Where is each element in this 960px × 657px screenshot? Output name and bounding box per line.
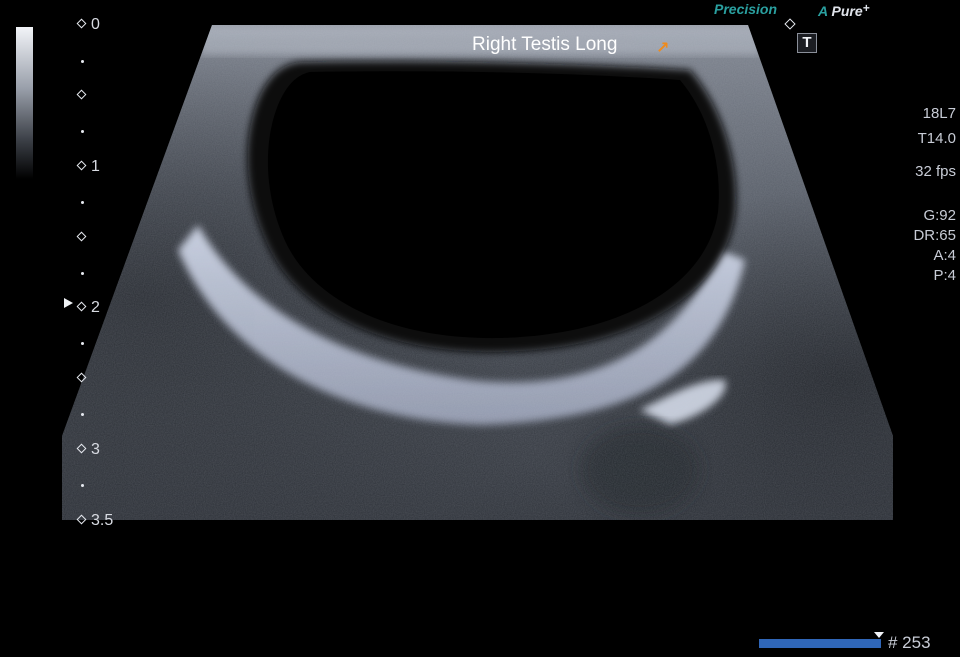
depth-marker-icon	[76, 18, 87, 29]
depth-marker-icon	[76, 160, 87, 171]
focus-marker-icon[interactable]	[64, 298, 73, 308]
brand-apure-pure: Pure	[831, 3, 863, 19]
depth-marker-icon	[76, 514, 87, 525]
transducer-label: 18L7	[922, 105, 956, 122]
depth-tick-3-5: 3.5	[76, 513, 113, 529]
depth-marker-icon	[76, 372, 87, 383]
depth-tick-1: 1	[76, 159, 100, 175]
depth-minor-dot	[81, 484, 84, 487]
brand-apure: A Pure+	[818, 1, 870, 19]
depth-scale: 0 1 2 3 3.5	[0, 0, 130, 540]
cine-position-marker-icon[interactable]	[874, 632, 884, 638]
thermal-index: T14.0	[917, 130, 956, 147]
depth-minor-dot	[81, 342, 84, 345]
depth-marker-icon	[76, 301, 87, 312]
frame-number: # 253	[888, 633, 931, 652]
brand-precision: Precision	[714, 1, 778, 17]
depth-tick-0: 0	[76, 17, 100, 33]
cine-progress-bar[interactable]	[759, 639, 881, 648]
depth-minor-dot	[81, 60, 84, 63]
depth-minor-dot	[81, 272, 84, 275]
p-value: P:4	[933, 267, 956, 284]
depth-tick-0-5	[76, 88, 91, 104]
depth-minor-dot	[81, 413, 84, 416]
cursor-arrow-icon: ↗	[656, 40, 670, 57]
depth-marker-icon	[76, 443, 87, 454]
frame-rate: 32 fps	[915, 163, 956, 180]
depth-minor-dot	[81, 201, 84, 204]
depth-marker-icon	[76, 231, 87, 242]
depth-minor-dot	[81, 130, 84, 133]
a-value: A:4	[933, 247, 956, 264]
depth-tick-2-5	[76, 371, 91, 387]
depth-tick-1-5	[76, 230, 91, 246]
brand-apure-a: A	[818, 3, 828, 19]
annotation-label[interactable]: Right Testis Long	[472, 34, 617, 56]
gain-value: G:92	[923, 207, 956, 224]
text-annotation-button[interactable]: T	[797, 33, 817, 53]
depth-tick-3: 3	[76, 442, 100, 458]
ultrasound-image[interactable]	[0, 0, 960, 540]
depth-tick-2: 2	[76, 300, 100, 316]
dynamic-range-value: DR:65	[913, 227, 956, 244]
depth-marker-icon	[76, 89, 87, 100]
brand-apure-plus: +	[862, 1, 870, 15]
